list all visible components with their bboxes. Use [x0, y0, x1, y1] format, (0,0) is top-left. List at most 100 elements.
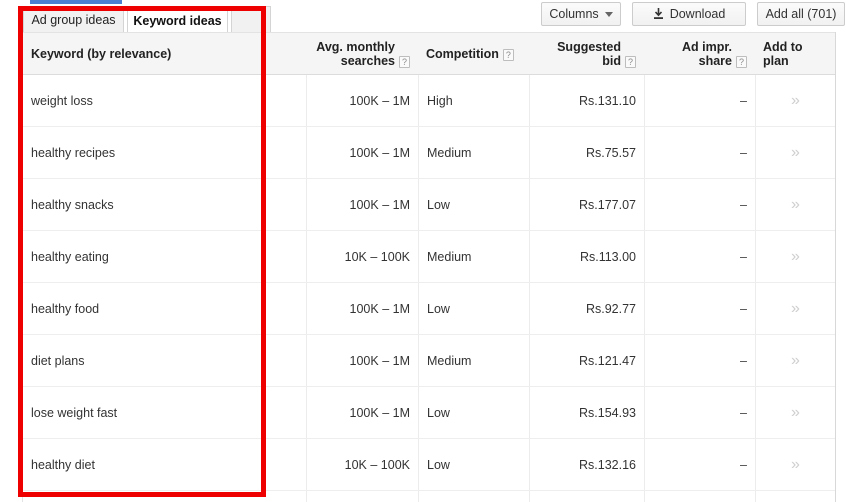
competition-cell: Medium: [418, 231, 529, 282]
table-row[interactable]: diet plans 100K – 1M Medium Rs.121.47 – »: [23, 335, 835, 387]
add-to-plan-icon[interactable]: »: [791, 144, 800, 161]
keyword-cell: healthy eating: [31, 249, 109, 264]
avg-monthly-searches-cell: 100K – 1M: [306, 179, 418, 230]
add-all-button-label: Add all (701): [765, 7, 837, 21]
suggested-bid-cell: Rs.177.07: [529, 179, 644, 230]
competition-cell: Low: [418, 283, 529, 334]
competition-cell: Medium: [418, 335, 529, 386]
ad-impr-share-cell: –: [644, 283, 755, 334]
table-row[interactable]: healthy recipes 100K – 1M Medium Rs.75.57 – »: [23, 127, 835, 179]
column-header-competition-label: Competition: [426, 46, 499, 61]
table-row[interactable]: healthy food 100K – 1M Low Rs.92.77 – »: [23, 283, 835, 335]
table-cell: [418, 491, 529, 502]
column-header-add-to-plan: Add to plan: [755, 33, 835, 74]
column-header-keyword[interactable]: Keyword (by relevance): [23, 33, 306, 74]
help-icon-avg-monthly-searches[interactable]: ?: [399, 55, 410, 68]
ad-impr-share-value: –: [740, 93, 747, 108]
add-to-plan-icon[interactable]: »: [791, 300, 800, 317]
add-to-plan-button[interactable]: »: [755, 335, 835, 386]
competition-cell: Low: [418, 387, 529, 438]
ad-impr-share-value: –: [740, 249, 747, 264]
competition-cell: High: [418, 75, 529, 126]
columns-button[interactable]: Columns: [541, 2, 621, 26]
avg-monthly-searches-cell: 100K – 1M: [306, 335, 418, 386]
table-row[interactable]: weight loss 100K – 1M High Rs.131.10 – »: [23, 75, 835, 127]
add-to-plan-icon[interactable]: »: [791, 248, 800, 265]
add-all-button[interactable]: Add all (701): [757, 2, 845, 26]
download-button[interactable]: Download: [632, 2, 746, 26]
suggested-bid-cell: Rs.131.10: [529, 75, 644, 126]
column-header-add-to-plan-label: Add to plan: [763, 39, 803, 68]
help-icon-suggested-bid[interactable]: ?: [625, 55, 636, 68]
table-row[interactable]: healthy eating 10K – 100K Medium Rs.113.00 –…: [23, 231, 835, 283]
table-body: weight loss 100K – 1M High Rs.131.10–» healt…: [23, 75, 835, 502]
column-header-competition[interactable]: Competition ?: [418, 33, 529, 74]
ad-impr-share-cell: –: [644, 231, 755, 282]
add-to-plan-icon[interactable]: »: [791, 456, 800, 473]
column-header-volume-line2: searches: [340, 53, 395, 68]
suggested-bid-cell: Rs.132.16: [529, 439, 644, 490]
column-header-keyword-label: Keyword (by relevance): [31, 46, 172, 61]
ad-impr-share-cell: –: [644, 75, 755, 126]
suggested-bid-cell: Rs.75.57: [529, 127, 644, 178]
avg-monthly-searches-cell: 100K – 1M: [306, 75, 418, 126]
table-header-row: Keyword (by relevance) Avg. monthly sear…: [23, 32, 835, 75]
add-to-plan-button[interactable]: »: [755, 127, 835, 178]
ad-impr-share-cell: –: [644, 439, 755, 490]
add-to-plan-button[interactable]: »: [755, 283, 835, 334]
table-cell: [306, 491, 418, 502]
ad-impr-share-value: –: [740, 145, 747, 160]
table-cell: [23, 491, 306, 502]
chevron-down-icon: [604, 11, 613, 17]
competition-cell: Low: [418, 179, 529, 230]
column-header-suggested-bid-label: Suggested bid: [557, 39, 621, 68]
add-to-plan-button[interactable]: »: [755, 439, 835, 490]
suggested-bid-cell: Rs.154.93: [529, 387, 644, 438]
ad-impr-share-cell: –: [644, 387, 755, 438]
column-header-suggested-bid[interactable]: Suggested bid ?: [529, 33, 644, 74]
table-cell: [644, 491, 755, 502]
ad-impr-share-cell: –: [644, 127, 755, 178]
tab-ad-group-ideas[interactable]: Ad group ideas: [23, 6, 124, 33]
table-row[interactable]: healthy diet 10K – 100K Low Rs.132.16 – »: [23, 439, 835, 491]
tab-filler: [231, 6, 271, 33]
suggested-bid-cell: Rs.113.00: [529, 231, 644, 282]
avg-monthly-searches-cell: 100K – 1M: [306, 283, 418, 334]
column-header-volume-line1: Avg. monthly: [316, 39, 395, 54]
download-icon: [653, 8, 664, 20]
table-row[interactable]: lose weight fast 100K – 1M Low Rs.154.93 – »: [23, 387, 835, 439]
ad-impr-share-value: –: [740, 353, 747, 368]
keyword-cell: healthy recipes: [31, 145, 116, 160]
table-row[interactable]: healthy snacks 100K – 1M Low Rs.177.07 – »: [23, 179, 835, 231]
keyword-cell: weight loss: [31, 93, 93, 108]
add-to-plan-icon[interactable]: »: [791, 196, 800, 213]
add-to-plan-icon[interactable]: »: [791, 404, 800, 421]
add-to-plan-button[interactable]: »: [755, 75, 835, 126]
tab-ad-group-ideas-label: Ad group ideas: [31, 13, 116, 27]
column-header-ad-impr-share[interactable]: Ad impr. share ?: [644, 33, 755, 74]
add-to-plan-button[interactable]: »: [755, 387, 835, 438]
add-to-plan-button[interactable]: »: [755, 179, 835, 230]
competition-cell: Low: [418, 439, 529, 490]
suggested-bid-cell: Rs.121.47: [529, 335, 644, 386]
add-to-plan-button[interactable]: »: [755, 231, 835, 282]
columns-button-label: Columns: [549, 7, 599, 21]
download-button-label: Download: [669, 7, 726, 21]
tab-keyword-ideas[interactable]: Keyword ideas: [127, 6, 228, 35]
keyword-planner-screen: Ad group ideas Keyword ideas Columns Dow…: [0, 0, 846, 502]
ad-impr-share-value: –: [740, 457, 747, 472]
keyword-cell: healthy diet: [31, 457, 95, 472]
ad-impr-share-value: –: [740, 197, 747, 212]
add-to-plan-icon[interactable]: »: [791, 352, 800, 369]
help-icon-competition[interactable]: ?: [502, 48, 514, 61]
ad-impr-share-value: –: [740, 405, 747, 420]
avg-monthly-searches-cell: 10K – 100K: [306, 439, 418, 490]
avg-monthly-searches-cell: 100K – 1M: [306, 387, 418, 438]
ad-impr-share-value: –: [740, 301, 747, 316]
competition-cell: Medium: [418, 127, 529, 178]
table-row[interactable]: [23, 491, 835, 502]
help-icon-ad-impr-share[interactable]: ?: [736, 55, 747, 68]
add-to-plan-icon[interactable]: »: [791, 92, 800, 109]
keyword-cell: diet plans: [31, 353, 85, 368]
column-header-avg-monthly-searches[interactable]: Avg. monthly searches ?: [306, 33, 418, 74]
